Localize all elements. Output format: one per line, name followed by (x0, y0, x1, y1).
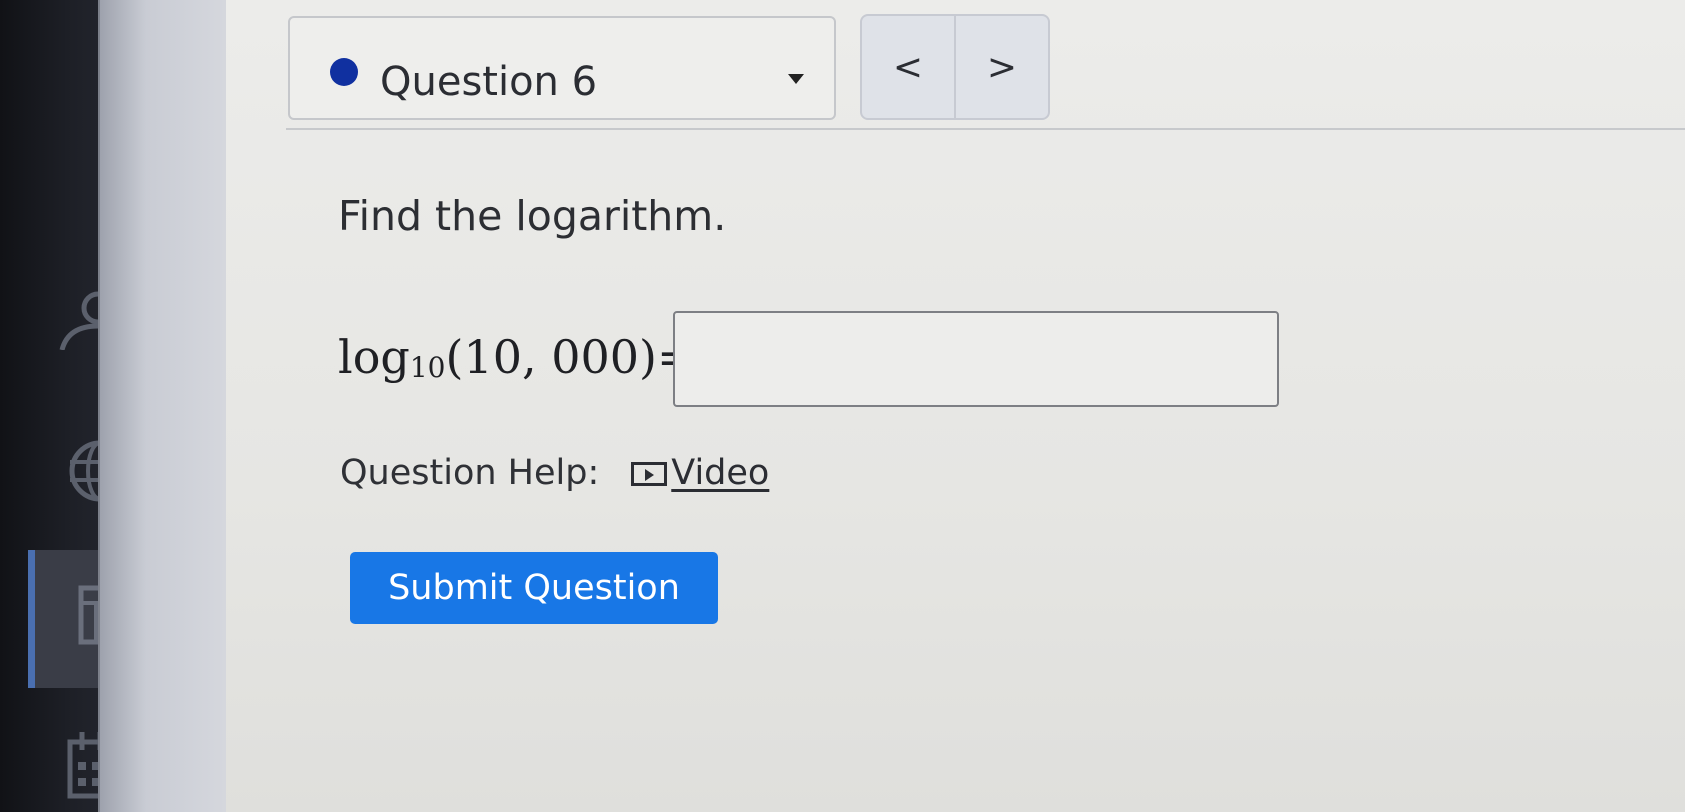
dropdown-caret-icon (788, 74, 804, 84)
app-sidebar (0, 0, 119, 812)
question-help-label: Question Help: (340, 453, 600, 493)
header-divider (286, 128, 1685, 130)
question-select-label: Question 6 (380, 59, 598, 105)
log-expression: log10(10, 000)= (338, 334, 696, 382)
video-help-link[interactable]: Video (631, 456, 769, 491)
video-icon (631, 461, 668, 486)
log-argument: (10, 000)= (445, 330, 696, 384)
answer-input[interactable] (673, 311, 1279, 407)
log-func: log (338, 330, 410, 384)
question-status-dot (330, 58, 358, 86)
prev-question-button[interactable]: < (862, 16, 954, 118)
log-base: 10 (409, 351, 446, 384)
question-select[interactable]: Question 6 (288, 16, 836, 120)
question-help: Question Help: Video (340, 456, 769, 491)
screen-bezel-strip (98, 0, 232, 812)
question-nav-buttons: < > (860, 14, 1050, 120)
video-link-label: Video (671, 453, 770, 493)
next-question-button[interactable]: > (954, 16, 1048, 118)
question-prompt: Find the logarithm. (338, 192, 727, 240)
question-page: Question 6 < > Find the logarithm. log10… (226, 0, 1685, 812)
submit-question-button[interactable]: Submit Question (350, 552, 718, 624)
